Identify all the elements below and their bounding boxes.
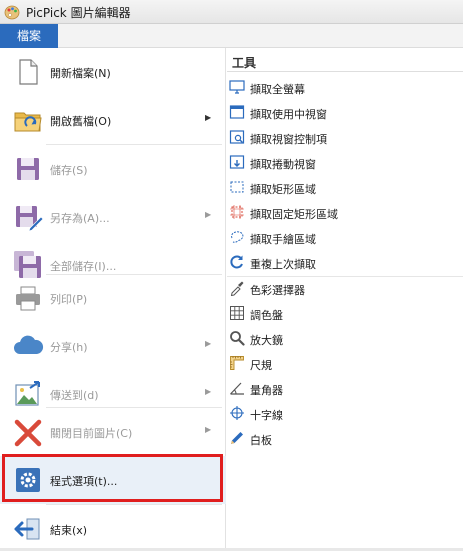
tool-label: 量角器 [250,384,283,397]
tool-label: 調色盤 [250,309,283,322]
scroll-window-icon [229,155,245,169]
rect-region-icon [230,181,244,193]
menu-label-save: 儲存(S) [50,164,88,177]
menu-item-print[interactable]: 列印(P) [0,274,226,322]
menu-item-exit[interactable]: 結束(x) [0,505,226,551]
menu-item-close-image[interactable]: 關閉目前圖片(C) ▶ [0,408,226,456]
save-as-icon [16,206,44,232]
magnifier-icon [230,331,245,346]
submenu-arrow-icon: ▶ [205,387,212,396]
open-folder-icon [14,112,42,132]
gear-icon [16,468,40,492]
submenu-arrow-icon: ▶ [205,425,212,434]
new-file-icon [19,59,38,85]
save-icon [17,158,39,180]
tool-capture-fullscreen[interactable]: 擷取全螢幕 [227,75,463,100]
tool-capture-rect-region[interactable]: 擷取矩形區域 [227,175,463,200]
menu-label-share: 分享(h) [50,341,88,354]
submenu-arrow-icon: ▶ [205,339,212,348]
tool-label: 色彩選擇器 [250,284,305,297]
tool-capture-active-window[interactable]: 擷取使用中視窗 [227,100,463,125]
tool-whiteboard[interactable]: 白板 [227,426,463,451]
tool-label: 擷取捲動視窗 [250,158,316,171]
menu-item-options[interactable]: 程式選項(t)... [0,456,226,504]
menu-label-save-as: 另存為(A)... [50,212,110,225]
menu-item-share[interactable]: 分享(h) ▶ [0,322,226,370]
submenu-arrow-icon: ▶ [205,210,212,219]
tool-label: 擷取固定矩形區域 [250,208,338,221]
menu-label-options: 程式選項(t)... [50,475,118,488]
printer-icon [16,286,40,311]
tool-capture-window-control[interactable]: 擷取視窗控制項 [227,125,463,150]
fixed-rect-icon [230,205,244,219]
menu-item-save[interactable]: 儲存(S) [0,145,226,193]
tools-header: 工具 [232,56,257,70]
tool-label: 白板 [250,434,272,447]
window-icon [229,105,245,119]
menu-item-open[interactable]: 開啟舊檔(O) ▶ [0,96,226,144]
eyedropper-icon [230,281,244,296]
file-menu: 開新檔案(N) 開啟舊檔(O) ▶ 儲存(S) 另存為(A)... ▶ 全部儲存… [0,48,226,548]
tool-capture-scroll-window[interactable]: 擷取捲動視窗 [227,150,463,175]
tools-panel: 工具 擷取全螢幕 擷取使用中視窗 擷取視窗控制項 擷取捲動視窗 擷取矩形區域 擷… [227,48,463,548]
tool-label: 尺規 [250,359,272,372]
whiteboard-pen-icon [231,432,243,444]
menu-item-new[interactable]: 開新檔案(N) [0,48,226,96]
tool-color-picker[interactable]: 色彩選擇器 [227,276,463,301]
tool-label: 擷取手繪區域 [250,233,316,246]
tool-capture-freehand[interactable]: 擷取手繪區域 [227,225,463,250]
tool-label: 擷取矩形區域 [250,183,316,196]
tool-label: 重複上次擷取 [250,258,316,271]
title-bar: PicPick 圖片編輯器 [0,0,463,24]
window-title: PicPick 圖片編輯器 [26,6,131,20]
menu-label-save-all: 全部儲存(I)... [50,260,117,273]
exit-icon [14,518,40,540]
tool-magnifier[interactable]: 放大鏡 [227,326,463,351]
menu-label-open: 開啟舊檔(O) [50,115,112,128]
ribbon-bar: 檔案 [0,24,463,48]
repeat-icon [230,255,243,269]
close-x-icon [14,419,42,447]
tools-header-divider [227,71,463,72]
file-tab[interactable]: 檔案 [0,24,58,48]
crosshair-icon [230,406,244,420]
menu-item-save-as[interactable]: 另存為(A)... ▶ [0,193,226,241]
window-control-icon [229,130,245,144]
palette-icon [4,5,20,20]
palette-grid-icon [230,306,244,320]
tool-label: 擷取視窗控制項 [250,133,327,146]
menu-label-send-to: 傳送到(d) [50,389,99,402]
tool-ruler[interactable]: 尺規 [227,351,463,376]
tool-label: 放大鏡 [250,334,283,347]
ruler-icon [230,356,244,370]
menu-label-close-image: 關閉目前圖片(C) [50,427,133,440]
tool-palette[interactable]: 調色盤 [227,301,463,326]
tool-protractor[interactable]: 量角器 [227,376,463,401]
submenu-arrow-icon: ▶ [205,113,212,122]
cloud-icon [14,335,44,354]
tool-label: 擷取使用中視窗 [250,108,327,121]
tool-label: 十字線 [250,409,283,422]
menu-label-exit: 結束(x) [50,524,88,537]
send-to-icon [15,381,40,406]
tool-repeat-capture[interactable]: 重複上次擷取 [227,250,463,275]
tool-label: 擷取全螢幕 [250,83,305,96]
tool-crosshair[interactable]: 十字線 [227,401,463,426]
menu-label-print: 列印(P) [50,293,88,306]
monitor-icon [229,80,245,94]
freehand-icon [231,231,244,243]
protractor-icon [230,382,244,395]
menu-label-new: 開新檔案(N) [50,67,111,80]
tool-capture-fixed-region[interactable]: 擷取固定矩形區域 [227,200,463,225]
